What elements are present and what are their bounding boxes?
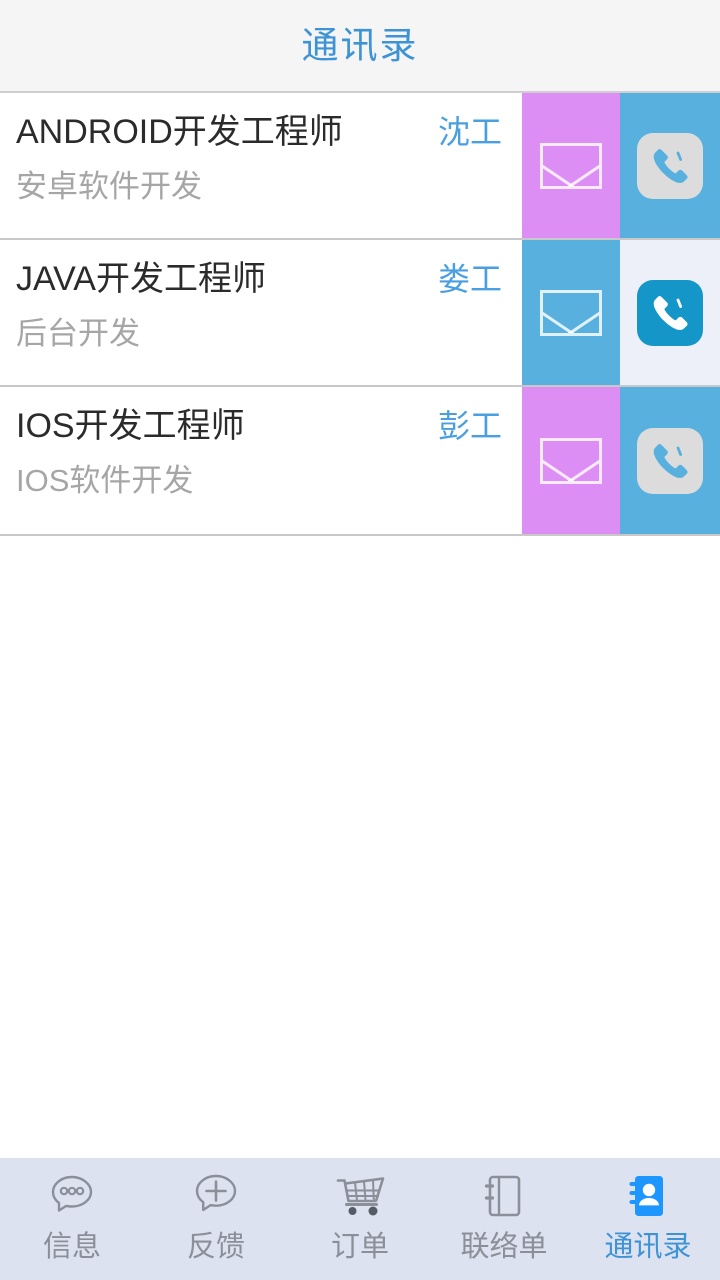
tab-feedback-plus-bubble[interactable]: 反馈 (144, 1166, 288, 1264)
app-screen: 通讯录 ANDROID开发工程师 沈工安卓软件开发 JAVA开发工程师 娄工后台开发 I… (0, 0, 720, 1280)
tab-label: 信息 (42, 1231, 101, 1263)
envelope-icon (540, 437, 602, 484)
call-button[interactable] (620, 387, 720, 534)
message-bubble-icon (43, 1166, 101, 1228)
contact-row-main[interactable]: ANDROID开发工程师 沈工安卓软件开发 (0, 93, 522, 238)
contact-subtitle: 安卓软件开发 (16, 168, 202, 204)
tab-notebook[interactable]: 联络单 (432, 1166, 576, 1264)
contact-role-title: IOS开发工程师 (16, 407, 245, 445)
shopping-cart-icon (330, 1166, 390, 1228)
call-button[interactable] (620, 240, 720, 385)
empty-area (0, 536, 720, 1158)
contact-person-name: 娄工 (437, 261, 502, 297)
notebook-icon (475, 1166, 533, 1228)
send-mail-button[interactable] (522, 240, 620, 385)
bottom-tab-bar: 信息 反馈 订单 联络单 通讯录 (0, 1158, 720, 1280)
contact-list: ANDROID开发工程师 沈工安卓软件开发 JAVA开发工程师 娄工后台开发 IOS开发… (0, 93, 720, 536)
tab-label: 通讯录 (604, 1231, 692, 1263)
send-mail-button[interactable] (522, 93, 620, 238)
envelope-icon (540, 142, 602, 189)
contact-row[interactable]: ANDROID开发工程师 沈工安卓软件开发 (0, 93, 720, 240)
page-title: 通讯录 (301, 25, 419, 66)
contact-role-title: ANDROID开发工程师 (16, 113, 343, 151)
contact-row-heading: JAVA开发工程师 娄工 (16, 258, 504, 301)
contact-person-name: 沈工 (437, 114, 502, 150)
contact-person-name: 彭工 (437, 408, 502, 444)
envelope-icon (540, 289, 602, 336)
contact-row-main[interactable]: JAVA开发工程师 娄工后台开发 (0, 240, 522, 385)
contact-row[interactable]: JAVA开发工程师 娄工后台开发 (0, 240, 720, 387)
phone-icon (637, 279, 703, 346)
tab-label: 反馈 (186, 1231, 245, 1263)
tab-label: 联络单 (460, 1231, 548, 1263)
call-button[interactable] (620, 93, 720, 238)
send-mail-button[interactable] (522, 387, 620, 534)
contact-row[interactable]: IOS开发工程师 彭工 IOS软件开发 (0, 387, 720, 534)
contact-subtitle: 后台开发 (16, 315, 140, 351)
contact-row-heading: ANDROID开发工程师 沈工 (16, 111, 504, 154)
contact-subtitle: IOS软件开发 (16, 462, 194, 498)
feedback-plus-bubble-icon (187, 1166, 245, 1228)
contacts-book-icon (619, 1166, 677, 1228)
contact-row-main[interactable]: IOS开发工程师 彭工 IOS软件开发 (0, 387, 522, 534)
app-header: 通讯录 (0, 0, 720, 93)
contact-row-heading: IOS开发工程师 彭工 (16, 405, 504, 448)
tab-label: 订单 (330, 1231, 389, 1263)
contact-role-title: JAVA开发工程师 (16, 260, 266, 298)
phone-icon (637, 427, 703, 494)
phone-icon (637, 132, 703, 199)
tab-shopping-cart[interactable]: 订单 (288, 1166, 432, 1264)
tab-contacts-book[interactable]: 通讯录 (576, 1166, 720, 1264)
tab-message-bubble[interactable]: 信息 (0, 1166, 144, 1264)
